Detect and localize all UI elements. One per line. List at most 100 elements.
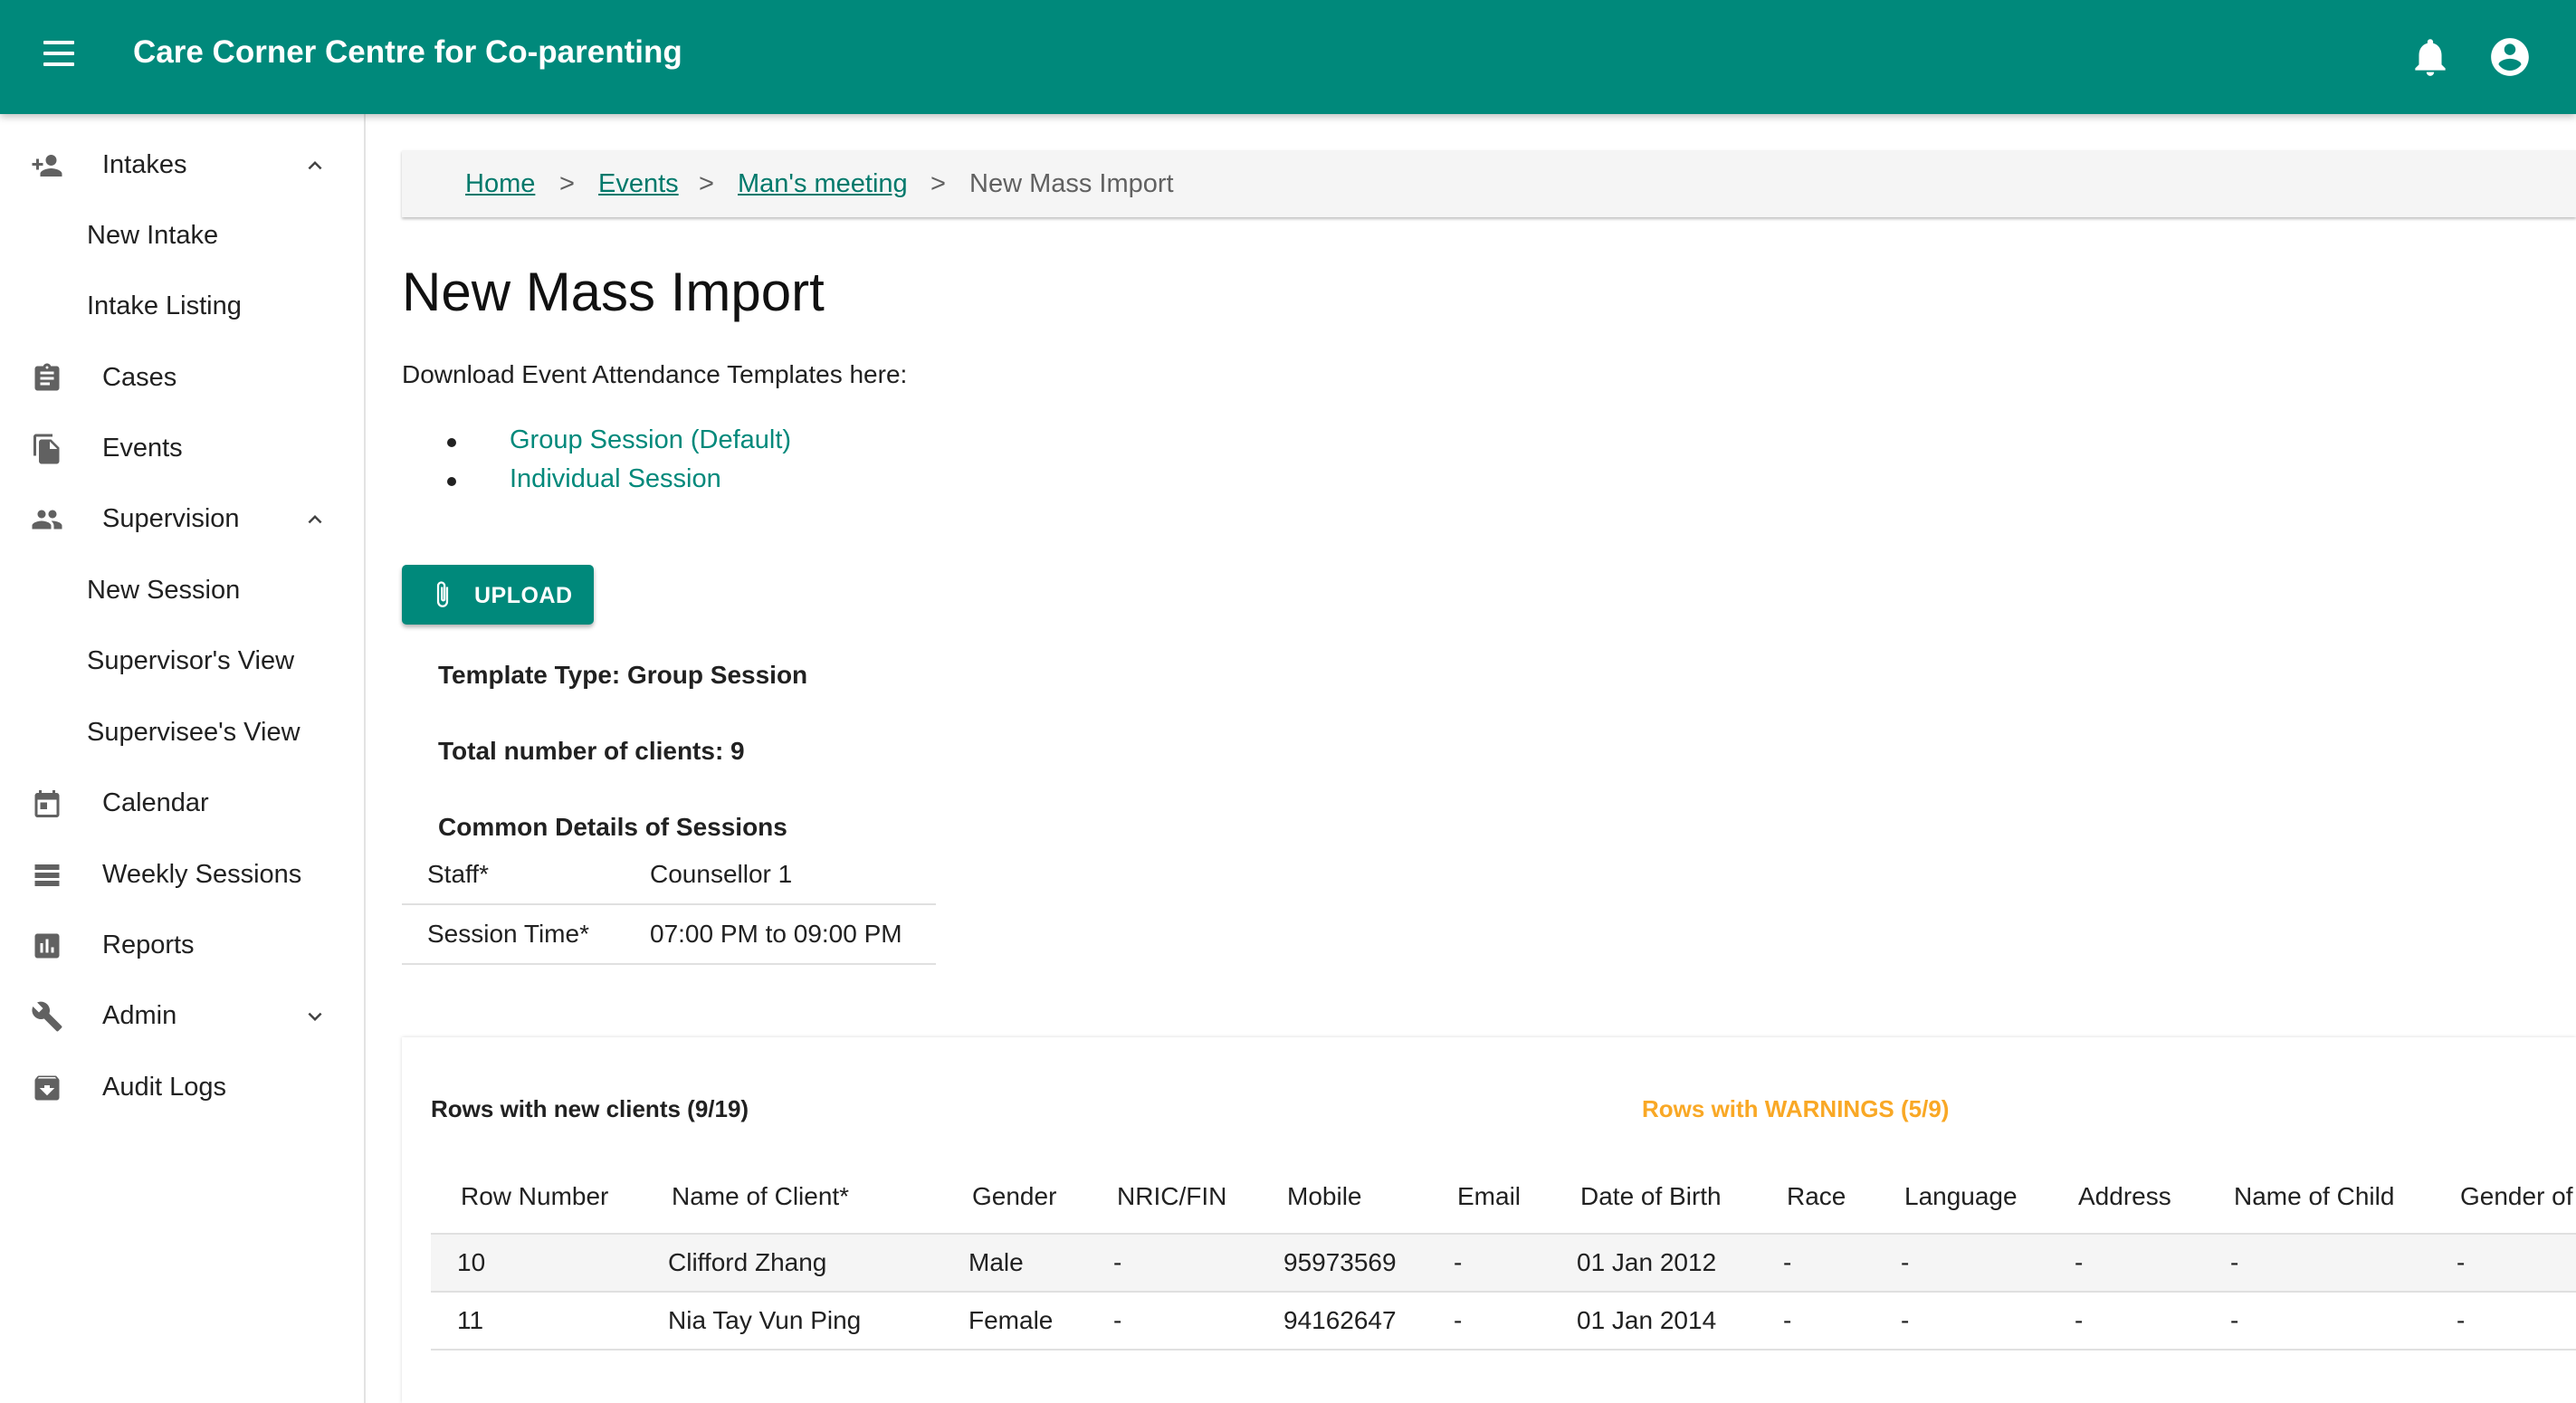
bullet — [447, 438, 456, 447]
breadcrumb-events-link[interactable]: Events — [598, 169, 679, 199]
table-cell: - — [1454, 1306, 1463, 1334]
sidebar-item-weekly-sessions[interactable]: Weekly Sessions — [0, 844, 364, 907]
total-clients: Total number of clients: 9 — [438, 737, 745, 765]
bar-chart-icon — [34, 933, 60, 959]
common-details-heading: Common Details of Sessions — [438, 813, 787, 841]
column-header: Gender of — [2460, 1182, 2573, 1210]
individual-session-template-link[interactable]: Individual Session — [510, 464, 721, 494]
tab-new-clients[interactable]: Rows with new clients (9/19) — [431, 1095, 749, 1123]
table-cell: - — [1113, 1248, 1122, 1276]
breadcrumb-separator: > — [699, 169, 714, 198]
table-cell: 01 Jan 2014 — [1577, 1306, 1717, 1334]
table-cell: - — [1901, 1306, 1910, 1334]
sidebar-item-label: Audit Logs — [102, 1073, 227, 1102]
sidebar-item-label: Supervisee's View — [87, 718, 301, 747]
sidebar-item-cases[interactable]: Cases — [0, 347, 364, 410]
detail-key: Session Time* — [402, 904, 626, 965]
view-list-icon — [34, 864, 60, 886]
sidebar-item-supervisees-view[interactable]: Supervisee's View — [0, 702, 364, 765]
chevron-down-icon — [308, 1012, 322, 1021]
sidebar-item-admin[interactable]: Admin — [0, 985, 364, 1048]
sidebar-item-label: Events — [102, 434, 183, 463]
table-cell: - — [2075, 1306, 2084, 1334]
app-bar: Care Corner Centre for Co-parenting — [0, 0, 2576, 114]
breadcrumb-separator: > — [930, 169, 946, 198]
table-row[interactable]: 10 Clifford Zhang Male - 95973569 - 01 J… — [431, 1235, 2576, 1291]
breadcrumb: Home > Events > Man's meeting > New Mass… — [402, 150, 2576, 217]
table-cell: Nia Tay Vun Ping — [668, 1306, 862, 1334]
page-title: New Mass Import — [402, 262, 825, 322]
sidebar-item-label: Weekly Sessions — [102, 860, 302, 889]
sidebar-item-supervisors-view[interactable]: Supervisor's View — [0, 630, 364, 693]
table-cell: 01 Jan 2012 — [1577, 1248, 1717, 1276]
chevron-up-icon — [308, 161, 322, 170]
main-content: Home > Events > Man's meeting > New Mass… — [366, 114, 2576, 1403]
breadcrumb-home-link[interactable]: Home — [465, 169, 535, 199]
table-cell: 95973569 — [1283, 1248, 1397, 1276]
bullet — [447, 477, 456, 486]
menu-icon[interactable] — [43, 41, 80, 73]
column-header: Address — [2078, 1182, 2171, 1210]
common-details-table: Staff* Counsellor 1 Session Time* 07:00 … — [402, 845, 936, 965]
sidebar-item-label: New Intake — [87, 221, 219, 250]
column-header: Mobile — [1287, 1182, 1362, 1210]
table-cell: - — [2075, 1248, 2084, 1276]
table-cell: - — [1454, 1248, 1463, 1276]
table-row: Staff* Counsellor 1 — [402, 845, 936, 905]
detail-key: Staff* — [402, 845, 626, 905]
table-cell: - — [1783, 1306, 1792, 1334]
people-icon — [32, 510, 62, 530]
table-divider — [431, 1349, 2576, 1351]
table-cell: - — [2457, 1306, 2466, 1334]
account-circle-icon[interactable] — [2487, 34, 2533, 80]
column-header: Language — [1904, 1182, 2018, 1210]
sidebar-item-calendar[interactable]: Calendar — [0, 772, 364, 835]
wrench-icon — [32, 1001, 62, 1032]
breadcrumb-current: New Mass Import — [969, 169, 1174, 198]
import-results-panel: Rows with new clients (9/19) Rows with W… — [402, 1037, 2576, 1403]
upload-button-label: UPLOAD — [474, 583, 573, 608]
group-session-template-link[interactable]: Group Session (Default) — [510, 425, 791, 455]
table-cell: 94162647 — [1283, 1306, 1397, 1334]
sidebar-item-intake-listing[interactable]: Intake Listing — [0, 275, 364, 339]
clipboard-icon — [34, 363, 60, 391]
table-row[interactable]: 11 Nia Tay Vun Ping Female - 94162647 - … — [431, 1293, 2576, 1349]
column-header: Row Number — [461, 1182, 609, 1210]
sidebar-item-label: Supervision — [102, 504, 240, 533]
table-cell: - — [2457, 1248, 2466, 1276]
table-cell: - — [2230, 1306, 2239, 1334]
sidebar-item-label: Reports — [102, 931, 195, 959]
sidebar-item-label: Intake Listing — [87, 291, 242, 320]
sidebar-item-label: Intakes — [102, 150, 187, 179]
calendar-icon — [34, 790, 60, 817]
table-cell: Female — [968, 1306, 1054, 1334]
paperclip-icon — [436, 581, 449, 607]
sidebar-item-new-session[interactable]: New Session — [0, 559, 364, 623]
column-header: Name of Client* — [672, 1182, 850, 1210]
upload-button[interactable]: UPLOAD — [402, 565, 594, 625]
column-header: Email — [1457, 1182, 1522, 1210]
table-cell: Clifford Zhang — [668, 1248, 827, 1276]
sidebar-item-audit-logs[interactable]: Audit Logs — [0, 1056, 364, 1120]
breadcrumb-event-link[interactable]: Man's meeting — [738, 169, 908, 199]
table-cell: 11 — [457, 1306, 484, 1334]
person-add-icon — [32, 155, 62, 177]
sidebar-item-label: Cases — [102, 363, 177, 392]
sidebar-item-events[interactable]: Events — [0, 417, 364, 481]
table-cell: - — [2230, 1248, 2239, 1276]
table-cell: Male — [968, 1248, 1024, 1276]
sidebar-item-new-intake[interactable]: New Intake — [0, 205, 364, 268]
sidebar-item-intakes[interactable]: Intakes — [0, 134, 364, 197]
sidebar-item-reports[interactable]: Reports — [0, 914, 364, 978]
table-cell: - — [1113, 1306, 1122, 1334]
archive-icon — [34, 1075, 60, 1101]
sidebar-item-supervision[interactable]: Supervision — [0, 488, 364, 551]
bell-icon[interactable] — [2408, 34, 2453, 80]
sidebar: Intakes New Intake Intake Listing Cases … — [0, 114, 366, 1403]
tab-warnings[interactable]: Rows with WARNINGS (5/9) — [1642, 1095, 1949, 1123]
breadcrumb-separator: > — [559, 169, 575, 198]
column-header: Date of Birth — [1580, 1182, 1722, 1210]
detail-value: Counsellor 1 — [626, 845, 936, 905]
detail-value: 07:00 PM to 09:00 PM — [626, 904, 936, 965]
column-header: Gender — [972, 1182, 1057, 1210]
